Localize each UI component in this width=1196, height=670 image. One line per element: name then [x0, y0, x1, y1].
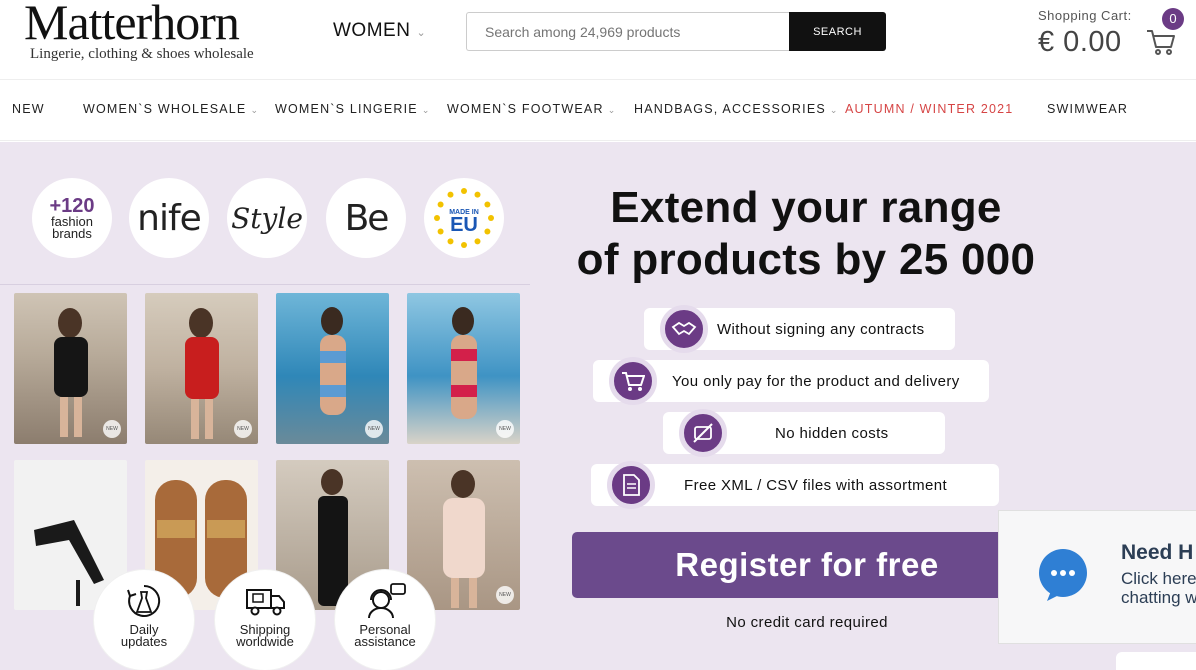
dress-refresh-icon — [127, 584, 161, 617]
nav-label: NEW — [12, 102, 45, 116]
chat-subtitle-line: chatting w — [1121, 588, 1196, 607]
nav-item-new[interactable]: NEW — [12, 102, 45, 116]
eu-text: EU — [450, 214, 478, 236]
new-badge: NEW — [496, 586, 514, 604]
feature-shipping-worldwide: Shipping worldwide — [215, 570, 315, 670]
bottom-panel-edge — [1116, 652, 1196, 670]
register-button[interactable]: Register for free — [572, 532, 1042, 598]
nav-label: SWIMWEAR — [1047, 102, 1129, 116]
chat-subtitle-line: Click here — [1121, 569, 1196, 588]
cart-count-badge: 0 — [1162, 8, 1184, 30]
chat-widget[interactable]: Need H Click here chatting w — [998, 510, 1196, 644]
brand-logo-nife: nife — [129, 178, 209, 258]
feature-label: worldwide — [236, 634, 294, 649]
shopping-cart-icon — [609, 357, 657, 405]
benefit-free-xml: Free XML / CSV files with assortment — [591, 461, 999, 509]
eu-stars-icon: MADE IN EU — [434, 188, 494, 248]
logo-subtitle: Lingerie, clothing & shoes wholesale — [30, 46, 254, 62]
search-input[interactable] — [466, 12, 789, 51]
support-agent-icon — [368, 583, 406, 619]
feature-daily-updates: Daily updates — [94, 570, 194, 670]
search-button[interactable]: SEARCH — [789, 12, 886, 51]
nav-item-handbags[interactable]: HANDBAGS, ACCESSORIES ⌄ — [634, 102, 839, 116]
product-image[interactable]: NEW — [407, 293, 520, 444]
nav-item-womens-footwear[interactable]: WOMEN`S FOOTWEAR ⌄ — [447, 102, 616, 116]
truck-icon — [246, 589, 285, 616]
chat-bubble-icon — [1039, 549, 1087, 601]
headline-line: Extend your range — [610, 183, 1002, 232]
main-nav: NEW WOMEN`S WHOLESALE ⌄ WOMEN`S LINGERIE ⌄… — [0, 81, 1196, 141]
chevron-down-icon: ⌄ — [829, 105, 839, 115]
cart-label: Shopping Cart: — [1038, 8, 1132, 23]
brands-count-label: brands — [52, 226, 92, 241]
product-image[interactable]: NEW — [276, 293, 389, 444]
site-header: Matterhorn Lingerie, clothing & shoes wh… — [0, 0, 1196, 80]
brand-style-text: Style — [231, 201, 303, 235]
nav-item-womens-lingerie[interactable]: WOMEN`S LINGERIE ⌄ — [275, 102, 431, 116]
divider — [0, 284, 530, 285]
nav-label: WOMEN`S LINGERIE — [275, 102, 418, 116]
document-icon — [607, 461, 655, 509]
feature-personal-assistance: Personal assistance — [335, 570, 435, 670]
product-image[interactable]: NEW — [145, 293, 258, 444]
nav-label: WOMEN`S FOOTWEAR — [447, 102, 604, 116]
benefit-text: Without signing any contracts — [717, 320, 925, 338]
chevron-down-icon: ⌄ — [607, 105, 617, 115]
benefit-text: Free XML / CSV files with assortment — [684, 476, 948, 494]
cart-total[interactable]: € 0.00 — [1038, 26, 1122, 59]
chat-subtitle: Click here chatting w — [1121, 569, 1196, 607]
shopping-cart-icon[interactable] — [1146, 28, 1176, 56]
nav-label: WOMEN`S WHOLESALE — [83, 102, 247, 116]
nav-item-autumn-winter[interactable]: AUTUMN / WINTER 2021 — [845, 102, 1013, 116]
hero-headline: Extend your range of products by 25 000 — [560, 182, 1052, 286]
brand-nife-text: nife — [137, 197, 202, 239]
women-menu-label: WOMEN — [333, 20, 411, 41]
new-badge: NEW — [103, 420, 121, 438]
no-credit-card-note: No credit card required — [726, 614, 888, 631]
chevron-down-icon: ⌄ — [250, 105, 260, 115]
brand-be-text: Be — [344, 197, 390, 239]
feature-label: assistance — [354, 634, 416, 649]
logo-title: Matterhorn — [24, 0, 240, 50]
no-cost-icon — [679, 409, 727, 457]
nav-item-womens-wholesale[interactable]: WOMEN`S WHOLESALE ⌄ — [83, 102, 259, 116]
logo[interactable]: Matterhorn Lingerie, clothing & shoes wh… — [24, 0, 254, 63]
brands-count: +120 — [49, 195, 95, 217]
search-bar: SEARCH — [466, 12, 886, 51]
women-menu[interactable]: WOMEN ⌄ — [333, 20, 426, 42]
product-image[interactable]: NEW — [14, 293, 127, 444]
made-in-eu-badge: MADE IN EU — [424, 178, 504, 258]
brand-logo-be: Be — [326, 178, 406, 258]
benefit-pay-product: You only pay for the product and deliver… — [593, 357, 989, 405]
new-badge: NEW — [234, 420, 252, 438]
chevron-down-icon: ⌄ — [416, 27, 427, 39]
product-image[interactable]: NEW — [407, 460, 520, 610]
new-badge: NEW — [496, 420, 514, 438]
headline-line: of products by 25 000 — [576, 235, 1036, 284]
feature-label: updates — [120, 634, 168, 649]
benefit-text: You only pay for the product and deliver… — [672, 372, 960, 390]
brands-count-badge: +120 fashion brands — [32, 178, 112, 258]
chat-title: Need H — [1121, 541, 1194, 564]
benefit-no-contracts: Without signing any contracts — [644, 305, 955, 353]
nav-item-swimwear[interactable]: SWIMWEAR — [1047, 102, 1128, 116]
benefit-no-hidden-costs: No hidden costs — [663, 409, 945, 457]
handshake-icon — [660, 305, 708, 353]
chevron-down-icon: ⌄ — [421, 105, 431, 115]
brand-logo-style: Style — [227, 178, 307, 258]
nav-label: HANDBAGS, ACCESSORIES — [634, 102, 826, 116]
nav-label: AUTUMN / WINTER 2021 — [845, 102, 1014, 116]
new-badge: NEW — [365, 420, 383, 438]
benefit-text: No hidden costs — [775, 424, 889, 442]
